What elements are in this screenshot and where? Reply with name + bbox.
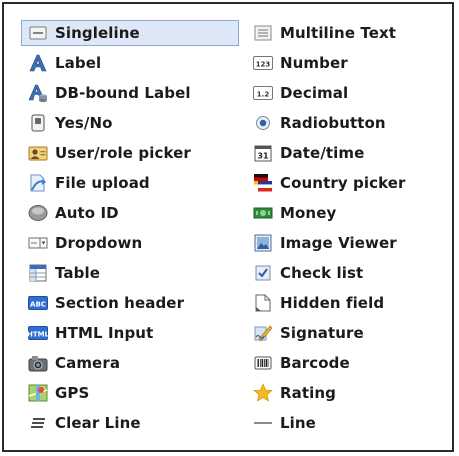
field-type-image-viewer[interactable]: Image Viewer [246,230,446,256]
country-picker-icon [253,173,273,193]
field-type-label: Country picker [280,174,406,192]
field-type-label: Auto ID [55,204,119,222]
field-type-label: Label [55,54,102,72]
field-type-label[interactable]: Label [21,50,239,76]
field-type-label: Radiobutton [280,114,386,132]
table-icon [28,263,48,283]
section-header-icon: ABC [28,293,48,313]
icon-glyph-text: 123 [256,60,271,68]
image-viewer-icon [253,233,273,253]
icon-glyph-text: HTML [28,330,48,338]
field-type-label: GPS [55,384,90,402]
barcode-icon [253,353,273,373]
field-type-label: Money [280,204,337,222]
user-role-picker-icon [28,143,48,163]
dropdown-icon [28,233,48,253]
field-type-html-input[interactable]: HTML HTML Input [21,320,239,346]
signature-icon [253,323,273,343]
gps-icon [28,383,48,403]
radiobutton-icon [253,113,273,133]
field-type-label: Table [55,264,100,282]
field-type-money[interactable]: Money [246,200,446,226]
field-type-singleline[interactable]: Singleline [21,20,239,46]
check-list-icon [253,263,273,283]
decimal-icon: 1.2 [253,83,273,103]
field-type-camera[interactable]: Camera [21,350,239,376]
field-type-label: Multiline Text [280,24,397,42]
field-type-gps[interactable]: GPS [21,380,239,406]
field-type-label: Clear Line [55,414,141,432]
icon-glyph-text: 31 [257,152,269,161]
field-type-label: Barcode [280,354,350,372]
hidden-field-icon [253,293,273,313]
yes-no-icon [28,113,48,133]
field-type-signature[interactable]: Signature [246,320,446,346]
field-type-check-list[interactable]: Check list [246,260,446,286]
money-icon [253,203,273,223]
line-icon [253,413,273,433]
field-type-label: Section header [55,294,185,312]
field-type-line[interactable]: Line [246,410,446,436]
field-type-radiobutton[interactable]: Radiobutton [246,110,446,136]
db-bound-label-icon [28,83,48,103]
field-type-decimal[interactable]: 1.2 Decimal [246,80,446,106]
field-type-section-header[interactable]: ABC Section header [21,290,239,316]
label-icon [28,53,48,73]
field-type-label: Signature [280,324,364,342]
field-type-label: Decimal [280,84,349,102]
field-type-multiline-text[interactable]: Multiline Text [246,20,446,46]
field-type-table[interactable]: Table [21,260,239,286]
field-type-rating[interactable]: Rating [246,380,446,406]
field-type-label: Singleline [55,24,140,42]
field-type-barcode[interactable]: Barcode [246,350,446,376]
rating-icon [253,383,273,403]
field-type-country-picker[interactable]: Country picker [246,170,446,196]
field-type-label: Image Viewer [280,234,397,252]
auto-id-icon [28,203,48,223]
camera-icon [28,353,48,373]
singleline-icon [28,23,48,43]
field-type-label: User/role picker [55,144,191,162]
field-type-user-role-picker[interactable]: User/role picker [21,140,239,166]
field-type-label: Rating [280,384,337,402]
field-type-label: Camera [55,354,121,372]
field-type-label: DB-bound Label [55,84,191,102]
field-type-label: Date/time [280,144,365,162]
icon-glyph-text: ABC [30,300,46,308]
multiline-text-icon [253,23,273,43]
field-type-db-bound-label[interactable]: DB-bound Label [21,80,239,106]
field-type-clear-line[interactable]: Clear Line [21,410,239,436]
field-type-label: File upload [55,174,150,192]
field-type-file-upload[interactable]: File upload [21,170,239,196]
file-upload-icon [28,173,48,193]
field-type-auto-id[interactable]: Auto ID [21,200,239,226]
field-type-date-time[interactable]: 31 Date/time [246,140,446,166]
field-type-label: Dropdown [55,234,143,252]
field-type-palette: Singleline Label DB-bound Label Yes/No User/… [2,2,454,452]
field-type-label: HTML Input [55,324,154,342]
date-time-icon: 31 [253,143,273,163]
clear-line-icon [28,413,48,433]
field-type-yes-no[interactable]: Yes/No [21,110,239,136]
field-type-number[interactable]: 123 Number [246,50,446,76]
icon-glyph-text: 1.2 [257,90,270,98]
field-type-label: Number [280,54,348,72]
field-type-label: Line [280,414,316,432]
field-type-label: Hidden field [280,294,385,312]
number-icon: 123 [253,53,273,73]
field-type-label: Yes/No [55,114,113,132]
field-type-dropdown[interactable]: Dropdown [21,230,239,256]
field-type-label: Check list [280,264,364,282]
field-type-hidden-field[interactable]: Hidden field [246,290,446,316]
html-input-icon: HTML [28,323,48,343]
